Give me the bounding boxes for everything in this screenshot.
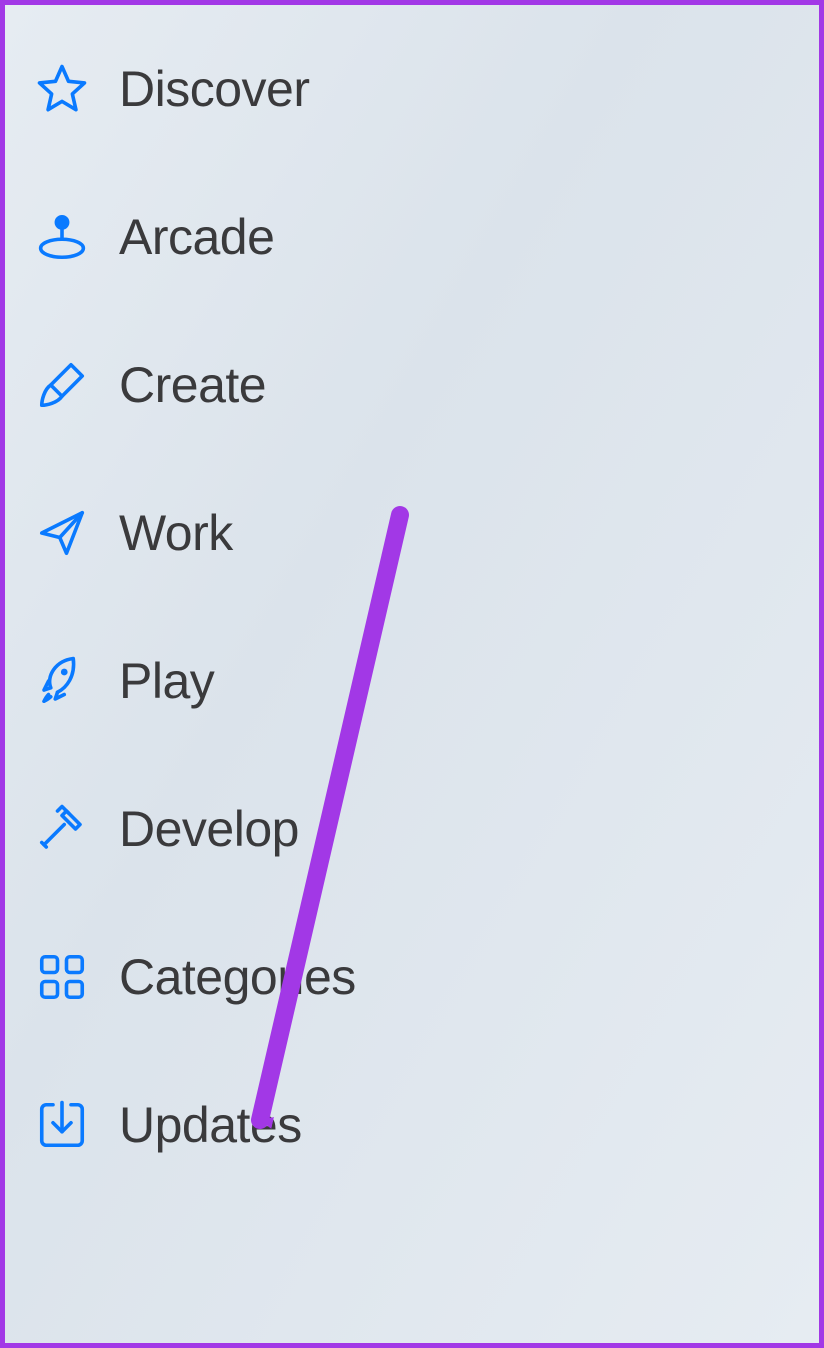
- sidebar-item-create[interactable]: Create: [33, 356, 799, 414]
- sidebar-item-arcade[interactable]: Arcade: [33, 208, 799, 266]
- sidebar-item-label: Develop: [119, 800, 299, 858]
- sidebar-item-label: Categories: [119, 948, 356, 1006]
- sidebar-item-label: Create: [119, 356, 266, 414]
- sidebar-item-play[interactable]: Play: [33, 652, 799, 710]
- hammer-icon: [33, 800, 91, 858]
- rocket-icon: [33, 652, 91, 710]
- download-icon: [33, 1096, 91, 1154]
- sidebar-item-label: Arcade: [119, 208, 274, 266]
- arcade-icon: [33, 208, 91, 266]
- sidebar: Discover Arcade Create Work: [5, 5, 819, 1174]
- sidebar-item-label: Play: [119, 652, 214, 710]
- sidebar-item-develop[interactable]: Develop: [33, 800, 799, 858]
- star-icon: [33, 60, 91, 118]
- sidebar-item-label: Updates: [119, 1096, 302, 1154]
- sidebar-item-updates[interactable]: Updates: [33, 1096, 799, 1154]
- sidebar-item-discover[interactable]: Discover: [33, 60, 799, 118]
- paintbrush-icon: [33, 356, 91, 414]
- sidebar-item-label: Work: [119, 504, 233, 562]
- sidebar-item-work[interactable]: Work: [33, 504, 799, 562]
- sidebar-item-categories[interactable]: Categories: [33, 948, 799, 1006]
- paperplane-icon: [33, 504, 91, 562]
- grid-icon: [33, 948, 91, 1006]
- sidebar-item-label: Discover: [119, 60, 309, 118]
